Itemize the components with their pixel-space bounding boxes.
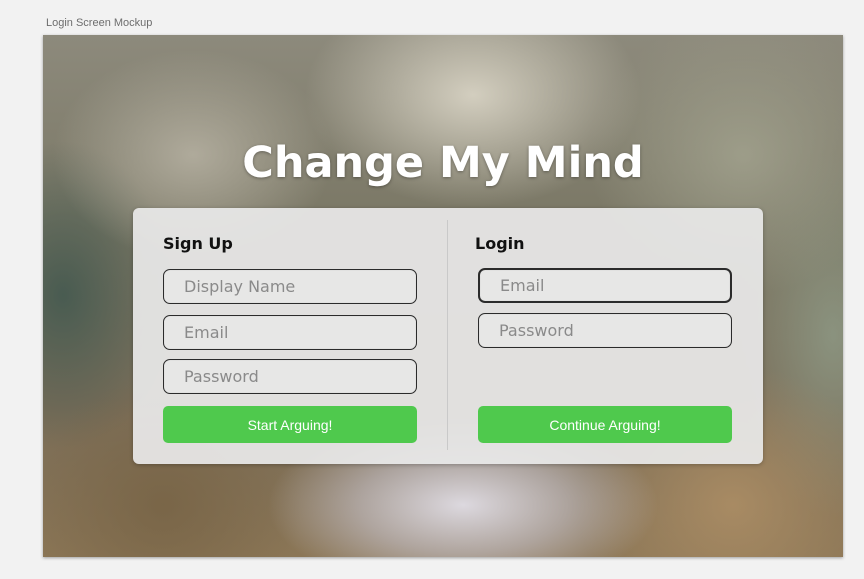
login-email-placeholder: Email: [500, 276, 545, 295]
signup-password-placeholder: Password: [184, 367, 259, 386]
column-divider: [447, 220, 448, 450]
app-frame: Change My Mind Sign Up Display Name Emai…: [43, 35, 843, 557]
mockup-label: Login Screen Mockup: [46, 17, 153, 29]
signup-email-field[interactable]: Email: [163, 315, 417, 350]
signup-password-field[interactable]: Password: [163, 359, 417, 394]
display-name-placeholder: Display Name: [184, 277, 296, 296]
login-password-field[interactable]: Password: [478, 313, 732, 348]
login-password-placeholder: Password: [499, 321, 574, 340]
login-email-field[interactable]: Email: [478, 268, 732, 303]
signup-email-placeholder: Email: [184, 323, 229, 342]
display-name-field[interactable]: Display Name: [163, 269, 417, 304]
continue-arguing-button[interactable]: Continue Arguing!: [478, 406, 732, 443]
auth-card: Sign Up Display Name Email Password Star…: [133, 208, 763, 464]
login-heading: Login: [475, 234, 525, 253]
page-title: Change My Mind: [242, 138, 644, 188]
start-arguing-label: Start Arguing!: [247, 416, 333, 433]
continue-arguing-label: Continue Arguing!: [549, 416, 661, 433]
start-arguing-button[interactable]: Start Arguing!: [163, 406, 417, 443]
signup-heading: Sign Up: [163, 234, 233, 253]
